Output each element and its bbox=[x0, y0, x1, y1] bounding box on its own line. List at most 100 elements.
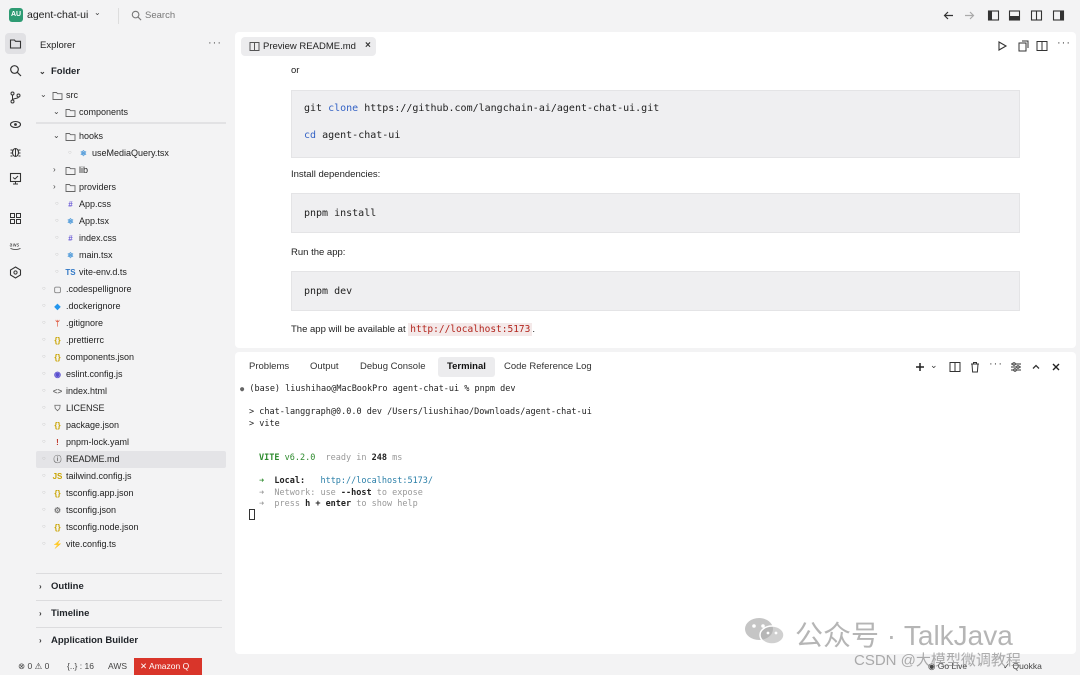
aws-icon[interactable]: aws bbox=[5, 235, 26, 256]
tab-problems[interactable]: Problems bbox=[240, 357, 298, 377]
terminal-vite-line: VITE v6.2.0 ready in 248 ms bbox=[259, 453, 402, 463]
project-name[interactable]: agent-chat-ui bbox=[27, 9, 88, 21]
folder-section-header[interactable]: ⌄ Folder bbox=[39, 66, 80, 77]
tree-file[interactable]: ○ ⚙ tsconfig.json bbox=[36, 502, 226, 519]
split-editor-icon[interactable] bbox=[1036, 40, 1048, 52]
tree-file[interactable]: ○ ⚛ App.tsx bbox=[36, 213, 226, 230]
search-input[interactable]: Search bbox=[145, 10, 175, 21]
explorer-icon[interactable] bbox=[5, 33, 26, 54]
split-terminal-icon[interactable] bbox=[949, 361, 961, 373]
ready-text: ready in bbox=[315, 453, 372, 463]
git-status-dot-icon: ○ bbox=[55, 218, 59, 224]
timeline-section-header[interactable]: › Timeline bbox=[39, 608, 89, 619]
amazon-q-status[interactable]: ✕ Amazon Q bbox=[134, 658, 202, 675]
tree-item-label: tsconfig.json bbox=[66, 505, 117, 515]
tree-file[interactable]: ○ ⛉ LICENSE bbox=[36, 400, 226, 417]
tree-item-label: providers bbox=[79, 182, 117, 192]
open-source-icon[interactable] bbox=[1017, 40, 1029, 52]
text-span: . bbox=[532, 324, 535, 335]
git-status-dot-icon: ○ bbox=[55, 201, 59, 207]
tree-folder[interactable]: ⌄ src bbox=[36, 87, 226, 104]
tree-file[interactable]: ○ TS vite-env.d.ts bbox=[36, 264, 226, 281]
tree-file[interactable]: ○ {} components.json bbox=[36, 349, 226, 366]
tree-folder[interactable]: ⌄ components bbox=[36, 104, 226, 121]
app-badge[interactable]: AU bbox=[9, 8, 23, 22]
tree-file[interactable]: ○ ⓘ README.md bbox=[36, 451, 226, 468]
chevron-down-icon[interactable]: ⌄ bbox=[53, 131, 63, 140]
close-panel-icon[interactable] bbox=[1050, 361, 1062, 373]
more-actions-button[interactable]: ··· bbox=[208, 37, 222, 49]
aws-status[interactable]: AWS bbox=[108, 661, 127, 671]
terminal-settings-icon[interactable] bbox=[1010, 361, 1022, 373]
chevron-down-icon: ⌄ bbox=[39, 67, 46, 76]
new-terminal-icon[interactable] bbox=[914, 361, 926, 373]
terminal-cursor bbox=[249, 509, 255, 520]
chevron-down-icon[interactable]: ⌄ bbox=[930, 360, 942, 372]
toggle-panel-icon[interactable] bbox=[1008, 9, 1021, 22]
tree-file[interactable]: ○ ▢ .codespellignore bbox=[36, 281, 226, 298]
application-builder-section-header[interactable]: › Application Builder bbox=[39, 635, 138, 646]
bug-icon[interactable] bbox=[5, 141, 26, 162]
tree-file[interactable]: ○ ⚛ useMediaQuery.tsx bbox=[36, 145, 226, 162]
more-actions-icon[interactable]: ··· bbox=[989, 358, 1002, 370]
toggle-secondary-sidebar-icon[interactable] bbox=[1030, 9, 1043, 22]
tree-file[interactable]: ○ ᛘ .gitignore bbox=[36, 315, 226, 332]
source-control-icon[interactable] bbox=[5, 87, 26, 108]
braces-status[interactable]: {..} : 16 bbox=[67, 661, 94, 671]
chevron-right-icon[interactable]: › bbox=[53, 165, 63, 174]
json-file-icon: {} bbox=[54, 353, 61, 362]
extensions-icon[interactable] bbox=[5, 208, 26, 229]
tree-file[interactable]: ○ JS tailwind.config.js bbox=[36, 468, 226, 485]
tab-debug-console[interactable]: Debug Console bbox=[351, 357, 435, 377]
tree-file[interactable]: ○ {} .prettierrc bbox=[36, 332, 226, 349]
chevron-up-icon[interactable] bbox=[1030, 361, 1042, 373]
tree-item-label: package.json bbox=[66, 420, 120, 430]
git-status-dot-icon: ○ bbox=[55, 252, 59, 258]
back-arrow-icon[interactable] bbox=[942, 9, 955, 22]
tree-item-label: index.css bbox=[79, 233, 117, 243]
amazon-q-icon[interactable] bbox=[5, 262, 26, 283]
tree-file[interactable]: ○! pnpm-lock.yaml bbox=[36, 434, 226, 451]
react-file-icon: ⚛ bbox=[66, 251, 75, 260]
trash-icon[interactable] bbox=[969, 361, 981, 373]
tree-file[interactable]: ○ {} package.json bbox=[36, 417, 226, 434]
tab-preview-readme[interactable]: Preview README.md × bbox=[241, 37, 376, 56]
tab-terminal[interactable]: Terminal bbox=[438, 357, 495, 377]
errors-status[interactable]: ⊗ 0 ⚠ 0 bbox=[18, 661, 49, 672]
run-icon[interactable] bbox=[996, 40, 1008, 52]
localhost-link[interactable]: http://localhost:5173 bbox=[408, 323, 533, 336]
forward-arrow-icon[interactable] bbox=[963, 9, 976, 22]
tab-code-reference-log[interactable]: Code Reference Log bbox=[495, 357, 601, 377]
chevron-right-icon[interactable]: › bbox=[53, 182, 63, 191]
chevron-down-icon[interactable]: ⌄ bbox=[40, 90, 50, 99]
search-icon[interactable] bbox=[5, 60, 26, 81]
tree-file[interactable]: ○ <> index.html bbox=[36, 383, 226, 400]
tab-output[interactable]: Output bbox=[301, 357, 348, 377]
local-label: Local: bbox=[274, 476, 306, 486]
outline-section-header[interactable]: › Outline bbox=[39, 581, 84, 592]
tree-folder[interactable]: › providers bbox=[36, 179, 226, 196]
git-status-dot-icon: ○ bbox=[42, 422, 46, 428]
tree-folder[interactable]: ⌄ hooks bbox=[36, 128, 226, 145]
chevron-down-icon[interactable]: ⌄ bbox=[94, 8, 101, 17]
tree-file[interactable]: ○ ⚡ vite.config.ts bbox=[36, 536, 226, 553]
tree-file[interactable]: ○ ◉ eslint.config.js bbox=[36, 366, 226, 383]
testing-icon[interactable] bbox=[5, 168, 26, 189]
close-icon[interactable]: × bbox=[365, 40, 371, 51]
folder-icon bbox=[65, 167, 76, 175]
tree-file[interactable]: ○ # App.css bbox=[36, 196, 226, 213]
local-url-link[interactable]: http://localhost:5173/ bbox=[320, 476, 433, 486]
tree-file[interactable]: ○ ◆ .dockerignore bbox=[36, 298, 226, 315]
more-actions-icon[interactable]: ··· bbox=[1057, 37, 1070, 49]
toggle-sidebar-icon[interactable] bbox=[987, 9, 1000, 22]
run-debug-icon[interactable] bbox=[5, 114, 26, 135]
tree-item-label: components bbox=[79, 107, 129, 117]
tree-file[interactable]: ○ {} tsconfig.app.json bbox=[36, 485, 226, 502]
tree-file[interactable]: ○ {} tsconfig.node.json bbox=[36, 519, 226, 536]
tree-file[interactable]: ○ ⚛ main.tsx bbox=[36, 247, 226, 264]
chevron-down-icon[interactable]: ⌄ bbox=[53, 107, 63, 116]
tree-file[interactable]: ○ # index.css bbox=[36, 230, 226, 247]
eslint-file-icon: ◉ bbox=[54, 370, 61, 379]
tree-folder[interactable]: › lib bbox=[36, 162, 226, 179]
customize-layout-icon[interactable] bbox=[1052, 9, 1065, 22]
